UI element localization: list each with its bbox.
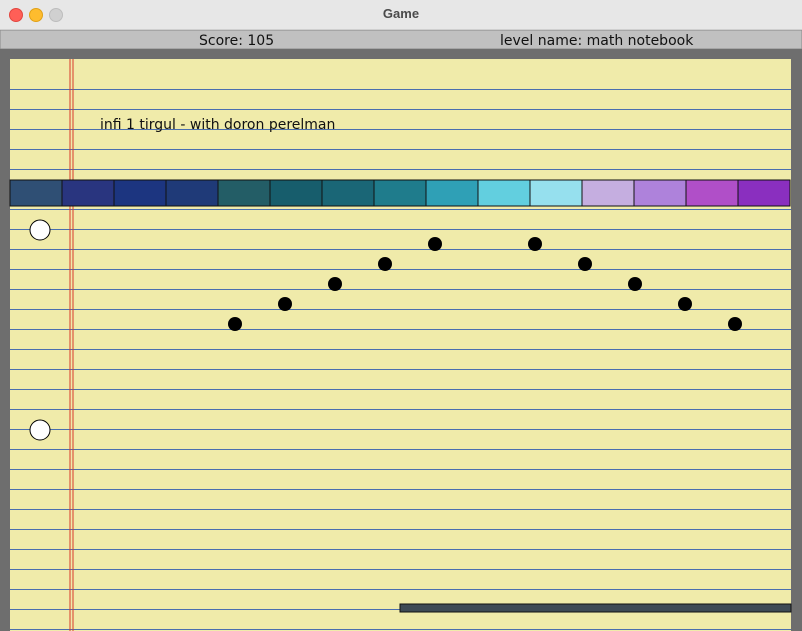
window-title: Game <box>382 6 420 21</box>
ball <box>29 419 51 441</box>
block <box>477 179 531 207</box>
block <box>581 179 635 207</box>
score-display: Score: 105 <box>199 33 274 49</box>
block <box>529 179 583 207</box>
target-dot <box>378 257 392 271</box>
level-caption: infi 1 tirgul - with doron perelman <box>100 117 335 133</box>
block <box>633 179 687 207</box>
block <box>737 179 791 207</box>
block <box>425 179 479 207</box>
level-name-display: level name: math notebook <box>500 33 694 49</box>
block <box>269 179 323 207</box>
top-border <box>0 49 802 59</box>
block <box>9 179 63 207</box>
block <box>165 179 219 207</box>
target-dot <box>528 237 542 251</box>
target-dot <box>228 317 242 331</box>
target-dot <box>578 257 592 271</box>
target-dot <box>278 297 292 311</box>
ball <box>29 219 51 241</box>
block <box>61 179 115 207</box>
block <box>321 179 375 207</box>
game-canvas[interactable]: Score: 105 level name: math notebook inf… <box>0 30 802 631</box>
target-dot <box>678 297 692 311</box>
window-titlebar: Game <box>0 0 802 30</box>
left-border <box>0 49 10 631</box>
target-dot <box>328 277 342 291</box>
block-row <box>9 179 791 207</box>
notebook-paper <box>10 59 791 631</box>
target-dot <box>628 277 642 291</box>
target-dot <box>428 237 442 251</box>
paddle[interactable] <box>399 603 792 613</box>
block <box>373 179 427 207</box>
block <box>113 179 167 207</box>
right-border <box>791 49 802 631</box>
target-dot <box>728 317 742 331</box>
block <box>217 179 271 207</box>
block <box>685 179 739 207</box>
